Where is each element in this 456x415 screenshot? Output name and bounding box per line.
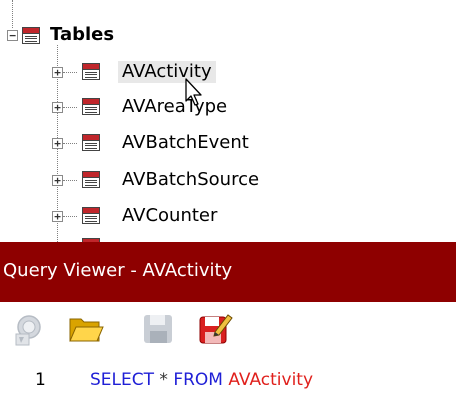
tree-guide-top [12,0,13,28]
sql-keyword-select: SELECT [90,370,154,390]
sql-statement[interactable]: SELECT * FROM AVActivity [90,369,313,391]
tree-node-label: AVAreaType [122,96,228,117]
open-folder-icon[interactable] [68,312,104,346]
save-disk-icon[interactable] [141,312,177,346]
expand-toggle-icon[interactable]: + [52,67,63,78]
tree-guide [63,180,77,181]
table-folder-icon [22,27,40,44]
collapse-toggle-icon[interactable]: − [7,30,18,41]
table-icon [82,207,100,224]
table-icon [82,63,100,80]
table-icon [82,98,100,115]
query-viewer-title-bar: Query Viewer - AVActivity [0,242,456,302]
tree-node-label: AVBatchEvent [122,132,249,153]
expand-toggle-icon[interactable]: + [52,138,63,149]
query-viewer-toolbar [0,302,456,358]
tree-guide [63,143,77,144]
sql-star: * [159,370,168,390]
tree-guide [63,216,77,217]
tree-node-label: Tables [50,24,115,45]
query-viewer-title: Query Viewer - AVActivity [3,260,233,281]
sql-editor[interactable]: 1 SELECT * FROM AVActivity [0,358,456,415]
line-number: 1 [35,370,46,390]
tree-node-label: AVCounter [122,205,218,226]
expand-toggle-icon[interactable]: + [52,175,63,186]
table-icon [82,134,100,151]
tree-guide [63,72,77,73]
table-icon [82,171,100,188]
sql-table-name: AVActivity [228,370,314,390]
edit-query-icon[interactable] [197,312,233,346]
object-explorer-tree: − Tables + AVActivity + AVAreaType + AVB… [0,0,456,242]
tree-node-label: AVBatchSource [122,169,260,190]
tree-guide [63,107,77,108]
expand-toggle-icon[interactable]: + [52,102,63,113]
sql-keyword-from: FROM [173,370,223,390]
mouse-cursor-icon [185,78,202,106]
execute-query-icon[interactable] [12,312,48,346]
expand-toggle-icon[interactable]: + [52,211,63,222]
